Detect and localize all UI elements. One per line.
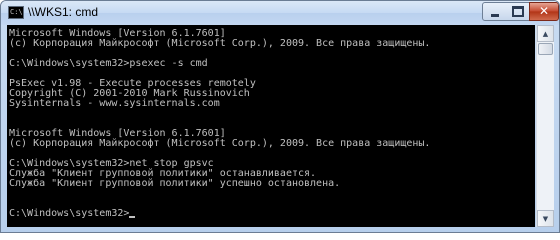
window-title: \\WKS1: cmd: [28, 5, 99, 19]
console-line: Служба "Клиент групповой политики" успеш…: [9, 178, 341, 189]
arrow-up-icon: ▲: [542, 29, 549, 38]
console-lines: Microsoft Windows [Version 6.1.7601] (c)…: [9, 29, 430, 219]
console-line: (c) Корпорация Майкрософт (Microsoft Cor…: [9, 38, 431, 49]
text-cursor: [129, 216, 136, 218]
close-button[interactable]: ✕: [529, 2, 559, 21]
maximize-icon: [512, 6, 524, 17]
maximize-button[interactable]: [506, 2, 531, 21]
arrow-down-icon: ▼: [542, 214, 549, 223]
minimize-icon: [491, 13, 499, 17]
minimize-button[interactable]: [482, 2, 508, 21]
prompt-line[interactable]: C:\Windows\system32>: [9, 209, 430, 219]
console-line: C:\Windows\system32>psexec -s cmd: [9, 58, 208, 69]
scroll-up-button[interactable]: ▲: [537, 25, 554, 42]
scroll-thumb[interactable]: [538, 43, 553, 55]
scroll-down-button[interactable]: ▼: [537, 210, 554, 227]
cmd-window: C:\ \\WKS1: cmd ✕ Microsoft Windows [Ver…: [0, 0, 560, 233]
title-bar[interactable]: C:\ \\WKS1: cmd ✕: [1, 1, 559, 25]
console-line: (c) Корпорация Майкрософт (Microsoft Cor…: [9, 138, 431, 149]
console-output[interactable]: Microsoft Windows [Version 6.1.7601] (c)…: [7, 25, 535, 227]
cmd-console-icon[interactable]: C:\: [8, 6, 24, 19]
console-line: Sysinternals - www.sysinternals.com: [9, 98, 220, 109]
prompt-text: C:\Windows\system32>: [9, 208, 130, 219]
close-icon: ✕: [538, 4, 550, 18]
vertical-scrollbar[interactable]: ▲ ▼: [536, 25, 554, 227]
